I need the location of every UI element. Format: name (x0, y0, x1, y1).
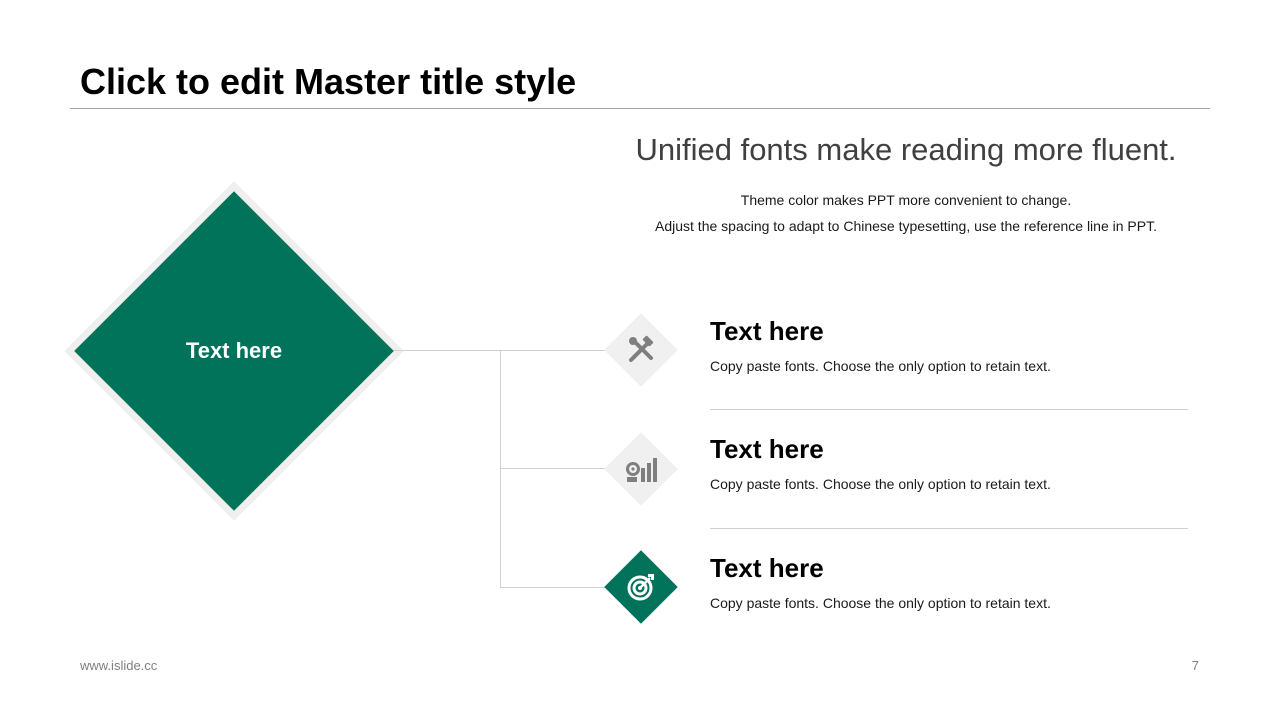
gear-chart-icon (626, 458, 657, 482)
slide-title: Click to edit Master title style (80, 61, 577, 102)
connector-vertical (500, 350, 501, 588)
item-3-body: Copy paste fonts. Choose the only option… (710, 595, 1051, 611)
description-line-1: Theme color makes PPT more convenient to… (740, 192, 1072, 208)
connector-branch-2 (500, 468, 610, 469)
tools-icon (629, 335, 654, 362)
description-line-2: Adjust the spacing to adapt to Chinese t… (655, 218, 1157, 234)
connector-horizontal-main (394, 350, 502, 351)
item-2-body: Copy paste fonts. Choose the only option… (710, 476, 1051, 492)
item-1-body: Copy paste fonts. Choose the only option… (710, 358, 1051, 374)
target-icon (627, 574, 654, 601)
item-1-divider (710, 409, 1188, 410)
item-2-divider (710, 528, 1188, 529)
item-2-title: Text here (710, 434, 824, 464)
title-divider (70, 108, 1210, 109)
connector-branch-3 (500, 587, 610, 588)
item-1-title: Text here (710, 316, 824, 346)
page-number: 7 (1191, 658, 1199, 673)
item-3-title: Text here (710, 553, 824, 583)
connector-branch-1 (500, 350, 610, 351)
center-diamond-label: Text here (185, 338, 283, 363)
slide-subtitle: Unified fonts make reading more fluent. (635, 132, 1177, 167)
footer-url: www.islide.cc (80, 658, 158, 673)
